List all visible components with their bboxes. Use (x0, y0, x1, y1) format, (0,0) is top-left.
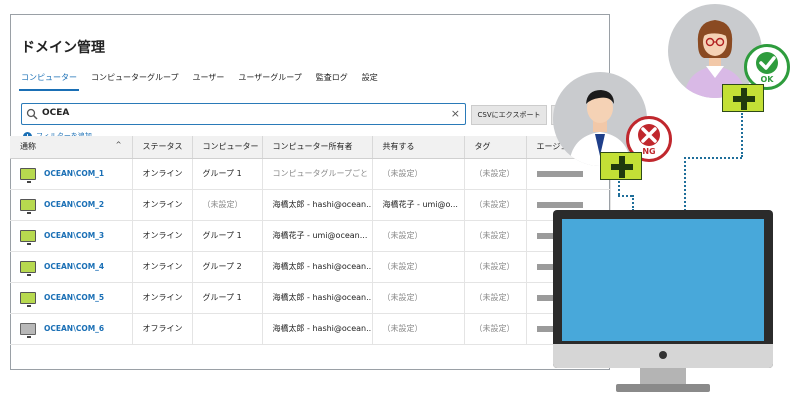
page-title: ドメイン管理 (21, 40, 105, 56)
monitor-online-icon (20, 291, 36, 307)
row-name-cell[interactable]: OCEAN\COM_1 (10, 158, 133, 190)
row-name-cell[interactable]: OCEAN\COM_5 (10, 282, 133, 314)
computers-table: 通称 ^ ステータス コンピューター コンピューター所有者 共有する タグ エージ… (10, 136, 611, 345)
owner-cell: 海橋太郎 - hashi@ocean... (262, 313, 373, 345)
tag-cell: （未設定） (464, 189, 527, 221)
connector-line (684, 157, 686, 211)
connector-line (618, 195, 632, 197)
shared-cell: （未設定） (372, 251, 465, 283)
group-cell: グループ 1 (192, 282, 263, 314)
row-name-cell[interactable]: OCEAN\COM_3 (10, 220, 133, 252)
monitor-online-icon (20, 167, 36, 183)
connector-line (741, 113, 743, 157)
table-row[interactable]: OCEAN\COM_6 オフライン 海橋太郎 - hashi@ocean... … (10, 313, 611, 345)
connector-line (618, 181, 620, 195)
group-cell: グループ 1 (192, 220, 263, 252)
table-row[interactable]: OCEAN\COM_5 オンライン グループ 1 海橋太郎 - hashi@oc… (10, 282, 611, 314)
close-icon[interactable]: × (451, 107, 460, 120)
tab-computer-groups[interactable]: コンピューターグループ (91, 71, 191, 93)
group-cell: グループ 1 (192, 158, 263, 190)
agent-version-bar (536, 201, 583, 208)
column-header-status[interactable]: ステータス (132, 136, 193, 159)
owner-cell: 海橋太郎 - hashi@ocean... (262, 282, 373, 314)
owner-cell: 海橋太郎 - hashi@ocean... (262, 251, 373, 283)
plus-vertical-bar (741, 88, 747, 110)
monitor-online-icon (20, 260, 36, 276)
status-cell: オンライン (132, 220, 193, 252)
row-name-cell[interactable]: OCEAN\COM_6 (10, 313, 133, 345)
sort-up-icon[interactable]: ^ (116, 141, 122, 149)
search-input[interactable]: OCEA × (21, 103, 466, 125)
monitor-screen (562, 219, 764, 341)
owner-cell: 海橋花子 - umi@ocean... (262, 220, 373, 252)
table-row[interactable]: OCEAN\COM_3 オンライン グループ 1 海橋花子 - umi@ocea… (10, 220, 611, 252)
ok-label: OK (760, 75, 774, 84)
monitor-online-icon (20, 198, 36, 214)
shared-cell: 海橋花子 - umi@o... (372, 189, 465, 221)
connector-line (632, 195, 634, 211)
tag-cell: （未設定） (464, 251, 527, 283)
tab-audit-log[interactable]: 監査ログ (316, 71, 360, 93)
search-icon (26, 108, 38, 120)
status-cell: オンライン (132, 189, 193, 221)
group-cell: グループ 2 (192, 251, 263, 283)
shared-cell: （未設定） (372, 220, 465, 252)
group-cell: （未設定） (192, 189, 263, 221)
table-header-row: 通称 ^ ステータス コンピューター コンピューター所有者 共有する タグ エージ… (10, 136, 611, 159)
row-name-cell[interactable]: OCEAN\COM_2 (10, 189, 133, 221)
table-row[interactable]: OCEAN\COM_1 オンライン グループ 1 コンピュータグループごと （未… (10, 158, 611, 190)
owner-cell: コンピュータグループごと (262, 158, 373, 190)
owner-cell: 海橋太郎 - hashi@ocean... (262, 189, 373, 221)
connector-line (684, 157, 742, 159)
tag-cell: （未設定） (464, 220, 527, 252)
monitor-online-icon (20, 229, 36, 245)
status-cell: オンライン (132, 251, 193, 283)
shared-cell: （未設定） (372, 313, 465, 345)
shared-cell: （未設定） (372, 282, 465, 314)
column-header-name[interactable]: 通称 ^ (10, 136, 133, 159)
column-header-owner[interactable]: コンピューター所有者 (262, 136, 373, 159)
power-dot-icon (659, 351, 667, 359)
row-name-cell[interactable]: OCEAN\COM_4 (10, 251, 133, 283)
monitor-offline-icon (20, 322, 36, 338)
tab-settings[interactable]: 設定 (362, 71, 390, 93)
tab-bar: コンピューター コンピューターグループ ユーザー ユーザーグループ 監査ログ 設… (19, 71, 392, 95)
agent-version-bar (536, 170, 583, 177)
status-cell: オンライン (132, 282, 193, 314)
search-value: OCEA (42, 108, 70, 118)
plus-vertical-bar (619, 156, 625, 178)
tag-cell: （未設定） (464, 282, 527, 314)
status-cell: オンライン (132, 158, 193, 190)
plus-box-icon (600, 152, 642, 180)
column-header-tag[interactable]: タグ (464, 136, 527, 159)
plus-box-icon (722, 84, 764, 112)
table-row[interactable]: OCEAN\COM_4 オンライン グループ 2 海橋太郎 - hashi@oc… (10, 251, 611, 283)
table-row[interactable]: OCEAN\COM_2 オンライン （未設定） 海橋太郎 - hashi@oce… (10, 189, 611, 221)
group-cell (192, 313, 263, 345)
tab-users[interactable]: ユーザー (193, 71, 237, 93)
export-csv-button[interactable]: CSVにエクスポート (471, 105, 547, 125)
tag-cell: （未設定） (464, 158, 527, 190)
monitor-base (616, 384, 710, 392)
shared-cell: （未設定） (372, 158, 465, 190)
tab-user-groups[interactable]: ユーザーグループ (238, 71, 313, 93)
column-header-shared[interactable]: 共有する (372, 136, 465, 159)
status-cell: オフライン (132, 313, 193, 345)
tab-computers[interactable]: コンピューター (19, 71, 89, 93)
tag-cell: （未設定） (464, 313, 527, 345)
column-header-computer[interactable]: コンピューター (192, 136, 263, 159)
